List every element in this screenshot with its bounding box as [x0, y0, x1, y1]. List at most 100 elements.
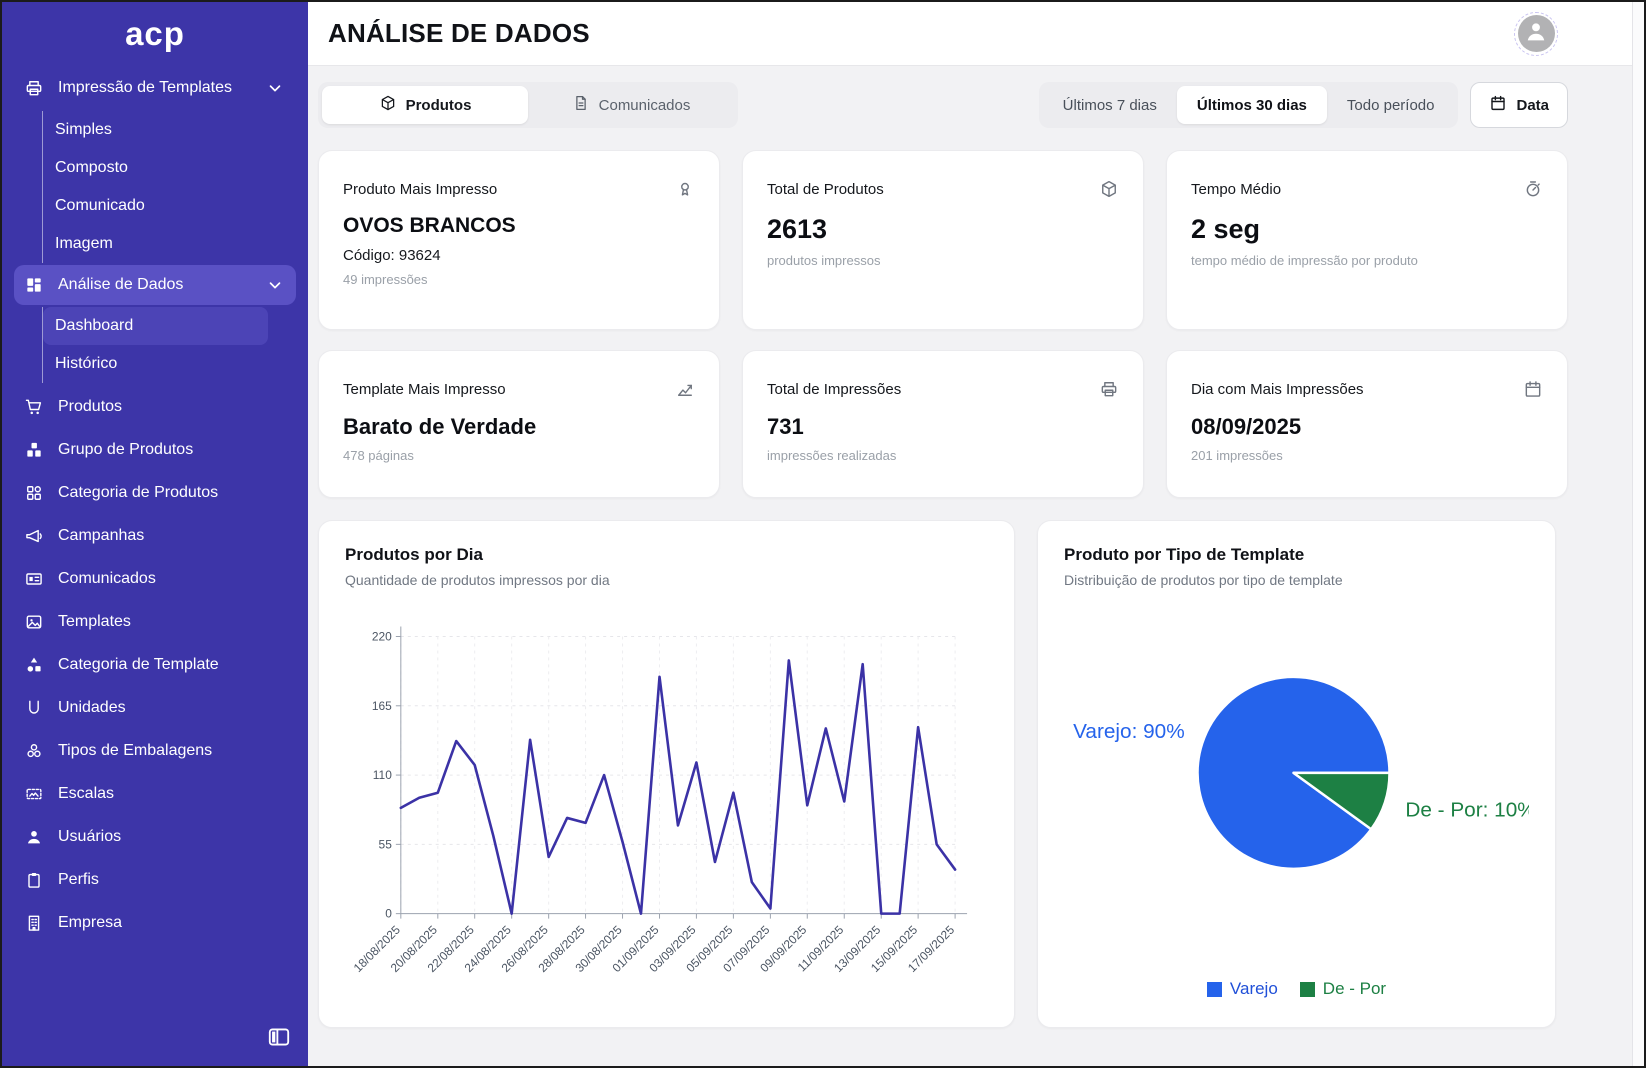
legend-item-de-por: De - Por [1300, 979, 1386, 999]
period-all-time[interactable]: Todo período [1327, 86, 1455, 124]
news-icon [24, 569, 44, 589]
sidebar-item-analise-de-dados[interactable]: Análise de Dados [14, 265, 296, 305]
tab-comunicados[interactable]: Comunicados [528, 86, 734, 124]
sidebar-item-label: Escalas [58, 785, 114, 803]
svg-text:165: 165 [372, 699, 392, 713]
sidebar-item-escalas[interactable]: Escalas [14, 772, 296, 815]
stat-card-produto-mais-impresso: Produto Mais ImpressoOVOS BRANCOSCódigo:… [318, 150, 720, 330]
page-title: ANÁLISE DE DADOS [328, 18, 590, 49]
stat-card-template-mais-impresso: Template Mais ImpressoBarato de Verdade4… [318, 350, 720, 498]
sidebar-collapse-button[interactable] [264, 1024, 294, 1054]
award-icon [675, 173, 695, 204]
content: Produtos Comunicados Últimos 7 dias Últi… [308, 66, 1644, 1028]
tab-produtos[interactable]: Produtos [322, 86, 528, 124]
sidebar-item-perfis[interactable]: Perfis [14, 858, 296, 901]
line-chart-title: Produtos por Dia [345, 545, 988, 565]
stat-card-subtext: 478 páginas [343, 448, 695, 463]
user-icon [24, 827, 44, 847]
sidebar-item-historico[interactable]: Histórico [43, 345, 268, 383]
person-icon [1523, 18, 1549, 49]
stat-card-total-de-impressoes: Total de Impressões731impressões realiza… [742, 350, 1144, 498]
grid-icon [24, 483, 44, 503]
tab-switcher: Produtos Comunicados [318, 82, 738, 128]
sidebar-item-label: Campanhas [58, 527, 144, 545]
stat-card-subtext: impressões realizadas [767, 448, 1119, 463]
sidebar-item-imagem[interactable]: Imagem [43, 225, 268, 263]
sidebar-item-campanhas[interactable]: Campanhas [14, 514, 296, 557]
stat-card-title: Dia com Mais Impressões [1191, 373, 1364, 398]
sidebar-item-unidades[interactable]: Unidades [14, 686, 296, 729]
chart-icon [675, 373, 695, 404]
sidebar-item-label: Comunicado [55, 197, 145, 215]
legend-swatch-de-por [1300, 982, 1315, 997]
sidebar-item-simples[interactable]: Simples [43, 111, 268, 149]
stat-card-value: 2 seg [1191, 214, 1543, 245]
pie-chart-card: Produto por Tipo de Template Distribuiçã… [1037, 520, 1556, 1028]
sidebar-item-label: Produtos [58, 398, 122, 416]
sidebar-item-label: Análise de Dados [58, 276, 183, 294]
stat-card-subtext: 201 impressões [1191, 448, 1543, 463]
sidebar-item-comunicados[interactable]: Comunicados [14, 557, 296, 600]
sidebar-item-label: Perfis [58, 871, 99, 889]
sidebar-item-impressao-de-templates[interactable]: Impressão de Templates [14, 66, 296, 109]
image-icon [24, 612, 44, 632]
stat-card-title: Produto Mais Impresso [343, 173, 497, 198]
sidebar-item-label: Categoria de Template [58, 656, 219, 674]
packages-icon [24, 741, 44, 761]
sidebar-item-produtos[interactable]: Produtos [14, 385, 296, 428]
pie-legend: Varejo De - Por [1064, 979, 1529, 1003]
pie-chart-subtitle: Distribuição de produtos por tipo de tem… [1064, 572, 1529, 588]
sidebar-item-label: Categoria de Produtos [58, 484, 218, 502]
printer-icon [24, 78, 44, 98]
sidebar-item-categoria-de-template[interactable]: Categoria de Template [14, 643, 296, 686]
legend-label: Varejo [1230, 979, 1278, 999]
svg-text:55: 55 [379, 837, 393, 851]
megaphone-icon [24, 526, 44, 546]
sidebar: acp Impressão de TemplatesSimplesCompost… [2, 2, 308, 1066]
cart-icon [24, 397, 44, 417]
box-icon [379, 94, 397, 116]
line-chart-svg: 05511016522018/08/202520/08/202522/08/20… [345, 588, 988, 1008]
toolbar-right: Últimos 7 dias Últimos 30 dias Todo perí… [1039, 82, 1568, 128]
stat-card-title: Total de Impressões [767, 373, 901, 398]
sidebar-item-grupo-de-produtos[interactable]: Grupo de Produtos [14, 428, 296, 471]
pie-chart-svg: Varejo: 90%De - Por: 10% [1064, 588, 1529, 928]
sidebar-nav: Impressão de TemplatesSimplesComposto Com… [2, 66, 308, 1066]
sidebar-item-dashboard[interactable]: Dashboard [43, 307, 268, 345]
tab-label: Comunicados [599, 97, 691, 114]
date-button-label: Data [1516, 97, 1549, 114]
app-window: acp Impressão de TemplatesSimplesCompost… [0, 0, 1646, 1068]
chevron-down-icon [266, 79, 284, 97]
sidebar-item-usuarios[interactable]: Usuários [14, 815, 296, 858]
stat-card-tempo-medio: Tempo Médio2 segtempo médio de impressão… [1166, 150, 1568, 330]
svg-text:220: 220 [372, 629, 392, 643]
building-icon [24, 913, 44, 933]
stat-card-subtext: produtos impressos [767, 253, 1119, 268]
sidebar-item-empresa[interactable]: Empresa [14, 901, 296, 944]
sidebar-item-composto[interactable]: Composto [43, 149, 268, 187]
unit-icon [24, 698, 44, 718]
sidebar-item-tipos-de-embalagens[interactable]: Tipos de Embalagens [14, 729, 296, 772]
stat-card-title: Template Mais Impresso [343, 373, 506, 398]
legend-label: De - Por [1323, 979, 1386, 999]
scrollbar[interactable] [1632, 2, 1644, 1066]
avatar [1518, 15, 1555, 52]
sidebar-item-comunicado[interactable]: Comunicado [43, 187, 268, 225]
sidebar-item-categoria-de-produtos[interactable]: Categoria de Produtos [14, 471, 296, 514]
sidebar-item-label: Imagem [55, 235, 113, 253]
collapse-panel-icon [266, 1024, 292, 1055]
date-picker-button[interactable]: Data [1470, 82, 1568, 128]
sidebar-item-templates[interactable]: Templates [14, 600, 296, 643]
pie-callout-varejo: Varejo: 90% [1073, 720, 1185, 743]
sidebar-item-label: Histórico [55, 355, 117, 373]
document-icon [572, 94, 590, 116]
box-icon [1099, 173, 1119, 204]
user-avatar-button[interactable] [1514, 12, 1558, 56]
group-icon [24, 440, 44, 460]
period-last-30-days[interactable]: Últimos 30 dias [1177, 86, 1327, 124]
main-area: ANÁLISE DE DADOS Produtos [308, 2, 1644, 1066]
calendar-icon [1489, 94, 1507, 116]
sidebar-item-label: Tipos de Embalagens [58, 742, 212, 760]
period-last-7-days[interactable]: Últimos 7 dias [1043, 86, 1177, 124]
stat-card-value: OVOS BRANCOS [343, 214, 695, 238]
